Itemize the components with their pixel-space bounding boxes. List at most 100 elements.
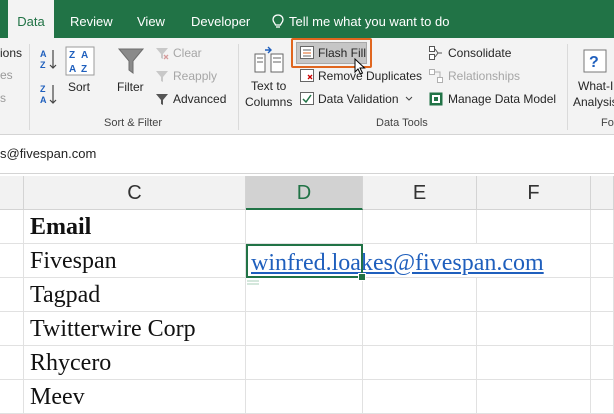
- manage-data-model-icon: [429, 92, 443, 106]
- svg-text:A: A: [69, 64, 76, 75]
- connections-item-partial: es: [0, 68, 13, 82]
- data-validation-button[interactable]: Data Validation: [318, 92, 399, 106]
- text-to-columns-line2[interactable]: Columns: [245, 95, 292, 109]
- clear-button[interactable]: Clear: [173, 46, 202, 60]
- cell-company[interactable]: Fivespan: [24, 244, 246, 278]
- flash-fill-options-icon[interactable]: [246, 280, 260, 285]
- svg-text:Z: Z: [81, 64, 87, 75]
- sort-za-icon[interactable]: Z A: [40, 83, 58, 105]
- cell-company[interactable]: Tagpad: [24, 278, 246, 312]
- cell[interactable]: [0, 210, 24, 244]
- cell[interactable]: [0, 312, 24, 346]
- cell[interactable]: [363, 210, 477, 244]
- column-header-g-partial[interactable]: [591, 176, 614, 210]
- tab-view[interactable]: View: [137, 0, 165, 38]
- cell[interactable]: [591, 210, 614, 244]
- cell[interactable]: [477, 380, 591, 414]
- advanced-button[interactable]: Advanced: [173, 92, 226, 106]
- relationships-button[interactable]: Relationships: [448, 69, 520, 83]
- column-header-d[interactable]: D: [246, 176, 363, 210]
- svg-text:Z: Z: [40, 60, 46, 70]
- connections-item-partial-2: s: [0, 91, 6, 105]
- cell[interactable]: [0, 346, 24, 380]
- formula-bar[interactable]: s@fivespan.com: [0, 135, 614, 174]
- cell[interactable]: [591, 380, 614, 414]
- cell-c-header[interactable]: Email: [24, 210, 246, 244]
- cell[interactable]: [477, 278, 591, 312]
- fill-handle[interactable]: [358, 273, 366, 281]
- remove-duplicates-button[interactable]: Remove Duplicates: [318, 69, 422, 83]
- tell-me-box[interactable]: Tell me what you want to do: [272, 0, 449, 38]
- consolidate-icon: [429, 46, 442, 60]
- cell[interactable]: [591, 346, 614, 380]
- svg-text:A: A: [40, 95, 47, 105]
- flash-fill-icon: [300, 46, 314, 59]
- cell[interactable]: [477, 312, 591, 346]
- tab-developer[interactable]: Developer: [191, 0, 250, 38]
- cell[interactable]: [246, 380, 363, 414]
- connections-label[interactable]: ions: [0, 46, 22, 60]
- what-if-line1[interactable]: What-I: [578, 79, 613, 93]
- group-separator: [29, 44, 30, 130]
- ribbon-tab-bar: Data Review View Developer Tell me what …: [0, 0, 614, 40]
- cell[interactable]: [0, 380, 24, 414]
- data-validation-icon: [300, 92, 314, 105]
- sort-filter-group-label: Sort & Filter: [104, 117, 163, 129]
- cell[interactable]: [246, 312, 363, 346]
- sort-icon[interactable]: Z A A Z: [65, 46, 95, 76]
- cell[interactable]: [363, 346, 477, 380]
- worksheet-grid: Email Fivespan Tagpad Twitterwire Corp R…: [0, 210, 614, 414]
- filter-button[interactable]: Filter: [117, 80, 144, 94]
- active-cell-selection: [246, 244, 363, 278]
- manage-data-model-button[interactable]: Manage Data Model: [448, 92, 556, 106]
- svg-text:Z: Z: [69, 50, 75, 61]
- what-if-analysis-icon[interactable]: ?: [583, 46, 614, 76]
- column-header-e[interactable]: E: [363, 176, 477, 210]
- reapply-button[interactable]: Reapply: [173, 69, 217, 83]
- svg-text:A: A: [81, 50, 88, 61]
- sort-az-icon[interactable]: A Z: [40, 48, 58, 70]
- chevron-down-icon[interactable]: [405, 96, 413, 102]
- ribbon-panel: ions es s A Z Z A Z A A Z Sort Filter Cl…: [0, 38, 614, 135]
- remove-duplicates-icon: [300, 69, 314, 82]
- tab-review[interactable]: Review: [70, 0, 113, 38]
- filter-icon[interactable]: [117, 46, 145, 76]
- formula-bar-value: s@fivespan.com: [0, 146, 97, 161]
- forecast-group-label: Fo: [601, 117, 614, 129]
- cell[interactable]: [0, 244, 24, 278]
- cell[interactable]: [0, 278, 24, 312]
- column-header-b-partial[interactable]: [0, 176, 24, 210]
- cell[interactable]: [246, 346, 363, 380]
- tab-data[interactable]: Data: [8, 0, 54, 40]
- sort-button[interactable]: Sort: [68, 80, 90, 94]
- cell[interactable]: [363, 380, 477, 414]
- cell[interactable]: [591, 244, 614, 278]
- text-to-columns-icon[interactable]: [253, 46, 285, 76]
- cell[interactable]: [363, 312, 477, 346]
- tell-me-text: Tell me what you want to do: [289, 14, 450, 29]
- text-to-columns-line1[interactable]: Text to: [251, 79, 286, 93]
- cell[interactable]: [246, 210, 363, 244]
- consolidate-button[interactable]: Consolidate: [448, 46, 511, 60]
- cell[interactable]: [591, 278, 614, 312]
- column-header-c[interactable]: C: [24, 176, 246, 210]
- column-header-f[interactable]: F: [477, 176, 591, 210]
- cell[interactable]: [363, 278, 477, 312]
- cell-company[interactable]: Rhycero: [24, 346, 246, 380]
- data-tools-group-label: Data Tools: [376, 117, 428, 129]
- what-if-line2[interactable]: Analysis: [573, 95, 614, 109]
- cell[interactable]: [477, 346, 591, 380]
- cell-company[interactable]: Twitterwire Corp: [24, 312, 246, 346]
- lightbulb-icon: [272, 14, 284, 28]
- reapply-icon: [156, 71, 168, 82]
- group-separator: [238, 44, 239, 130]
- svg-text:A: A: [40, 49, 47, 59]
- cell[interactable]: [591, 312, 614, 346]
- cell[interactable]: [246, 278, 363, 312]
- advanced-filter-icon: [156, 94, 168, 105]
- clear-filter-icon: [156, 48, 169, 60]
- relationships-icon: [429, 69, 443, 83]
- cell[interactable]: [477, 210, 591, 244]
- group-separator: [567, 44, 568, 130]
- cell-company[interactable]: Meev: [24, 380, 246, 414]
